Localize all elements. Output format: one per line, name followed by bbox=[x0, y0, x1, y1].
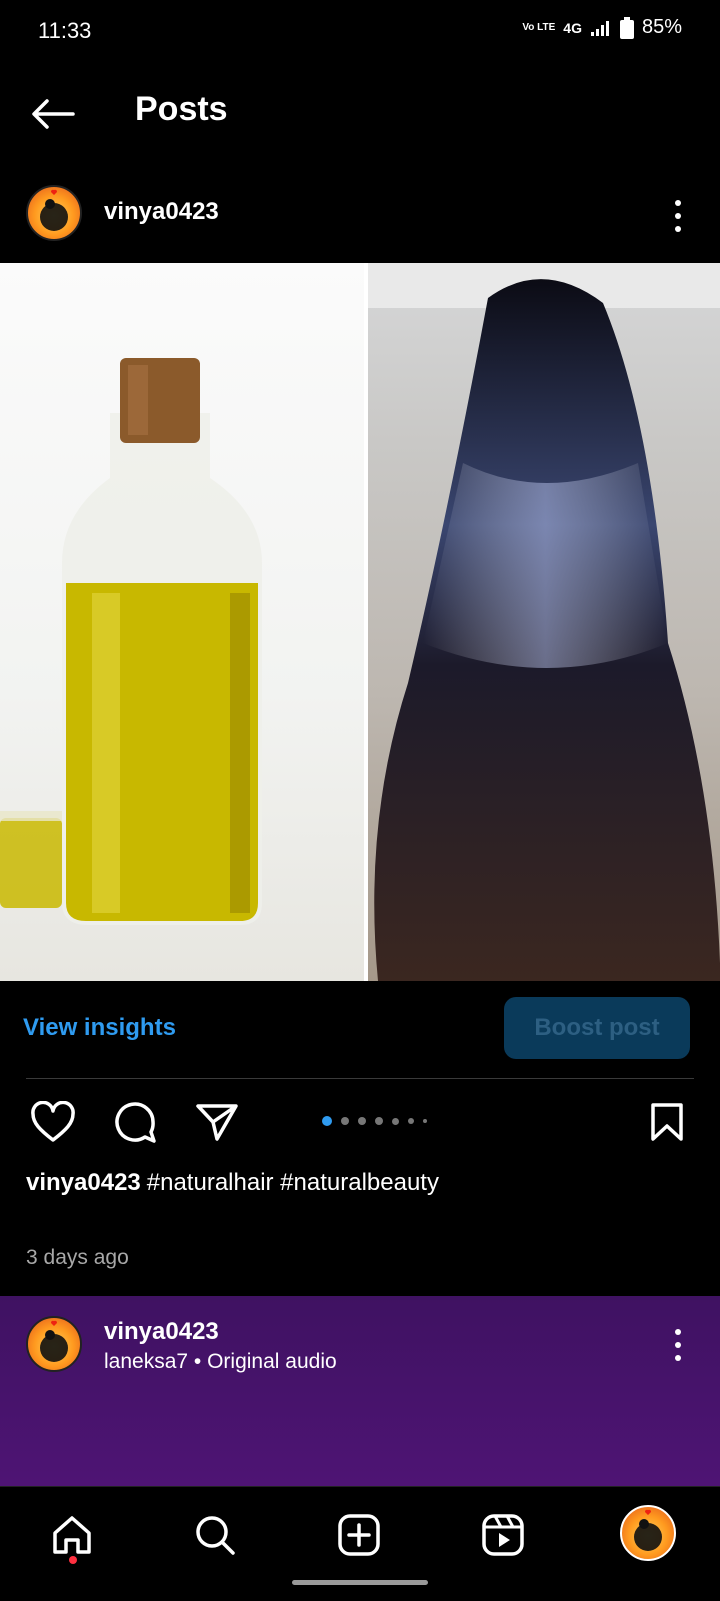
save-button[interactable] bbox=[642, 1097, 692, 1147]
like-button[interactable] bbox=[28, 1097, 78, 1147]
share-button[interactable] bbox=[192, 1097, 242, 1147]
oil-bottle-image bbox=[0, 263, 364, 981]
volte-indicator: Vo LTE bbox=[522, 22, 556, 33]
send-icon bbox=[196, 1104, 238, 1141]
signal-icon bbox=[590, 20, 609, 36]
reels-icon bbox=[482, 1514, 524, 1556]
add-post-icon bbox=[338, 1514, 380, 1556]
status-time: 11:33 bbox=[38, 18, 92, 43]
caption-username[interactable]: vinya0423 bbox=[26, 1169, 141, 1196]
next-post-more-button[interactable] bbox=[668, 1325, 688, 1365]
carousel-dot bbox=[358, 1117, 366, 1125]
gesture-bar[interactable] bbox=[292, 1580, 428, 1585]
search-icon bbox=[196, 1516, 235, 1555]
post-caption: vinya0423 #naturalhair #naturalbeauty bbox=[26, 1166, 686, 1200]
carousel-dot bbox=[408, 1118, 414, 1124]
profile-avatar bbox=[620, 1505, 676, 1561]
caption-text: #naturalhair #naturalbeauty bbox=[146, 1169, 439, 1196]
carousel-dot bbox=[341, 1117, 349, 1125]
avatar-silhouette bbox=[40, 189, 68, 231]
divider bbox=[26, 1078, 694, 1079]
post-more-button[interactable] bbox=[668, 196, 688, 236]
carousel-dot bbox=[423, 1119, 427, 1123]
post-author-avatar[interactable] bbox=[26, 185, 82, 241]
comment-icon bbox=[115, 1102, 156, 1143]
bookmark-icon bbox=[651, 1103, 683, 1141]
nav-search-button[interactable] bbox=[185, 1505, 245, 1565]
back-button[interactable] bbox=[28, 92, 78, 136]
arrow-left-icon bbox=[32, 99, 75, 129]
post-author-username[interactable]: vinya0423 bbox=[104, 198, 219, 226]
nav-add-button[interactable] bbox=[329, 1505, 389, 1565]
next-post-avatar[interactable] bbox=[26, 1316, 82, 1372]
network-type: 4G bbox=[563, 19, 582, 36]
post-image[interactable] bbox=[0, 263, 720, 981]
carousel-indicator bbox=[322, 1116, 427, 1126]
battery-percent: 85% bbox=[641, 16, 682, 38]
notification-dot bbox=[69, 1556, 77, 1564]
next-post-username[interactable]: vinya0423 bbox=[104, 1318, 219, 1346]
page-title: Posts bbox=[135, 90, 228, 128]
comment-button[interactable] bbox=[110, 1097, 160, 1147]
carousel-dot bbox=[375, 1117, 383, 1125]
status-bar: 11:33 Vo LTE 4G 85% bbox=[0, 0, 720, 60]
home-icon bbox=[53, 1516, 91, 1554]
carousel-dot-active bbox=[322, 1116, 332, 1126]
boost-post-button[interactable]: Boost post bbox=[504, 997, 690, 1059]
heart-icon bbox=[31, 1101, 75, 1142]
post-timestamp: 3 days ago bbox=[26, 1246, 129, 1269]
status-icons: Vo LTE 4G 85% bbox=[522, 16, 682, 39]
battery-icon bbox=[619, 16, 634, 39]
nav-profile-button[interactable] bbox=[618, 1503, 678, 1563]
avatar-silhouette bbox=[40, 1320, 68, 1362]
view-insights-link[interactable]: View insights bbox=[23, 1014, 176, 1042]
long-hair-image bbox=[368, 263, 720, 981]
next-post-audio[interactable]: laneksa7 • Original audio bbox=[104, 1350, 337, 1374]
carousel-dot bbox=[392, 1117, 399, 1125]
nav-reels-button[interactable] bbox=[473, 1505, 533, 1565]
